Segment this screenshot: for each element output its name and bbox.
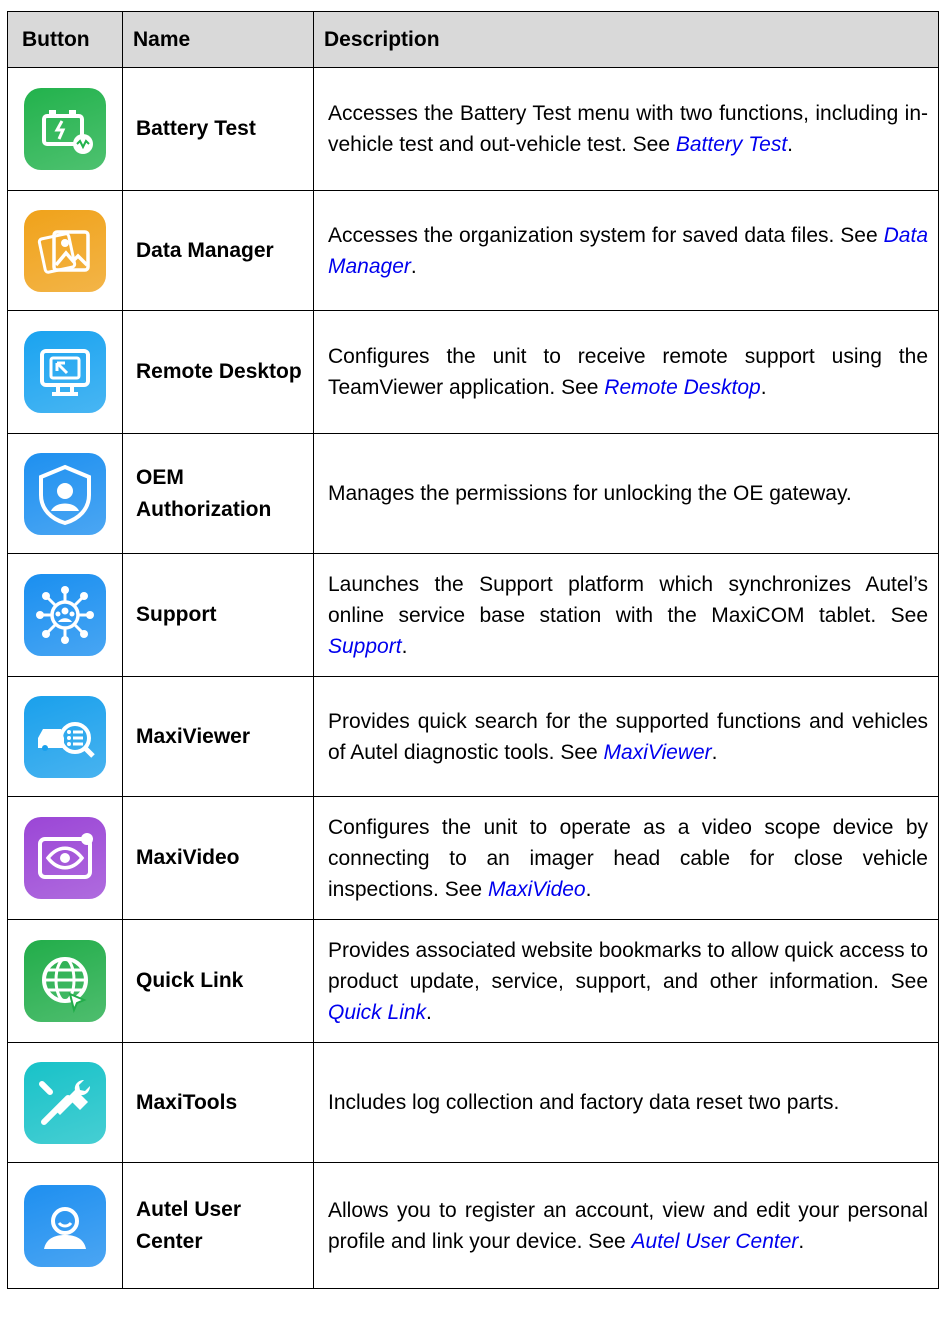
table-row: Data Manager Accesses the organization sy… <box>7 190 939 311</box>
data-manager-icon[interactable] <box>24 209 106 292</box>
description-cell: Configures the unit to receive remote su… <box>313 310 939 434</box>
table-row: MaxiTools Includes log collection and fac… <box>7 1042 939 1163</box>
description-text: Allows you to register an account, view … <box>328 1198 928 1253</box>
name-cell: MaxiVideo <box>122 796 314 920</box>
description-text: Accesses the Battery Test menu with two … <box>328 102 928 156</box>
header-row: Button Name Description <box>7 11 939 68</box>
header-description: Description <box>313 11 939 68</box>
description-text: Launches the Support platform which sync… <box>328 572 928 627</box>
description-text: Provides associated website bookmarks to… <box>328 938 928 993</box>
see-also-link[interactable]: Autel User Center <box>632 1230 799 1253</box>
buttons-table: Button Name Description Battery Test Acce… <box>7 11 939 1289</box>
see-also-link[interactable]: Quick Link <box>328 1001 426 1024</box>
table-row: Battery Test Accesses the Battery Test me… <box>7 67 939 191</box>
button-cell <box>7 919 123 1043</box>
table-row: OEM Authorization Manages the permissions… <box>7 433 939 554</box>
description-tail: . <box>798 1229 805 1253</box>
description-tail: . <box>401 634 408 658</box>
description-text: Accesses the organization system for sav… <box>328 223 884 247</box>
description-cell: Includes log collection and factory data… <box>313 1042 939 1163</box>
header-name: Name <box>122 11 314 68</box>
description-tail: . <box>787 133 793 156</box>
description-tail: . <box>410 254 417 278</box>
description-cell: Provides associated website bookmarks to… <box>313 919 939 1043</box>
name-cell: Battery Test <box>122 67 314 191</box>
quick-link-icon[interactable] <box>24 940 106 1022</box>
button-cell <box>7 1042 123 1163</box>
name-cell: MaxiTools <box>122 1042 314 1163</box>
button-cell <box>7 190 123 311</box>
table-row: MaxiViewer Provides quick search for the … <box>7 676 939 797</box>
remote-desktop-icon[interactable] <box>24 331 106 413</box>
oem-authorization-icon[interactable] <box>24 452 106 535</box>
see-also-link[interactable]: Support <box>328 635 402 658</box>
description-cell: Allows you to register an account, view … <box>313 1162 939 1289</box>
name-cell: Remote Desktop <box>122 310 314 434</box>
button-cell <box>7 796 123 920</box>
description-text: Manages the permissions for unlocking th… <box>328 482 852 505</box>
maxitools-icon[interactable] <box>24 1061 106 1144</box>
description-cell: Configures the unit to operate as a vide… <box>313 796 939 920</box>
name-cell: Support <box>122 553 314 677</box>
description-cell: Provides quick search for the supported … <box>313 676 939 797</box>
description-cell: Launches the Support platform which sync… <box>313 553 939 677</box>
name-cell: Data Manager <box>122 190 314 311</box>
description-tail: . <box>426 1000 432 1024</box>
button-cell <box>7 310 123 434</box>
support-icon[interactable] <box>24 574 106 656</box>
button-cell <box>7 67 123 191</box>
maxiviewer-icon[interactable] <box>24 695 106 778</box>
description-cell: Accesses the organization system for sav… <box>313 190 939 311</box>
see-also-link[interactable]: Remote Desktop <box>604 376 760 399</box>
see-also-link[interactable]: Battery Test <box>676 133 787 156</box>
description-text: Includes log collection and factory data… <box>328 1091 840 1114</box>
description-cell: Manages the permissions for unlocking th… <box>313 433 939 554</box>
description-cell: Accesses the Battery Test menu with two … <box>313 67 939 191</box>
name-cell: OEM Authorization <box>122 433 314 554</box>
autel-user-center-icon[interactable] <box>24 1184 106 1267</box>
maxivideo-icon[interactable] <box>24 817 106 899</box>
battery-test-icon[interactable] <box>24 88 106 170</box>
description-text: Configures the unit to operate as a vide… <box>328 815 928 901</box>
button-cell <box>7 433 123 554</box>
table-row: Support Launches the Support platform whi… <box>7 553 939 677</box>
table-row: MaxiVideo Configures the unit to operate … <box>7 796 939 920</box>
description-tail: . <box>760 376 767 399</box>
button-cell <box>7 676 123 797</box>
table-row: Quick Link Provides associated website bo… <box>7 919 939 1043</box>
see-also-link[interactable]: MaxiViewer <box>604 741 712 764</box>
table-body: Battery Test Accesses the Battery Test me… <box>7 67 939 1289</box>
name-cell: Autel User Center <box>122 1162 314 1289</box>
name-cell: MaxiViewer <box>122 676 314 797</box>
header-button: Button <box>7 11 123 68</box>
description-tail: . <box>585 877 592 901</box>
button-cell <box>7 1162 123 1289</box>
table-row: Remote Desktop Configures the unit to rec… <box>7 310 939 434</box>
table-row: Autel User Center Allows you to register … <box>7 1162 939 1289</box>
button-cell <box>7 553 123 677</box>
see-also-link[interactable]: MaxiVideo <box>488 878 586 901</box>
table-header: Button Name Description <box>7 11 939 68</box>
description-tail: . <box>711 740 718 764</box>
name-cell: Quick Link <box>122 919 314 1043</box>
